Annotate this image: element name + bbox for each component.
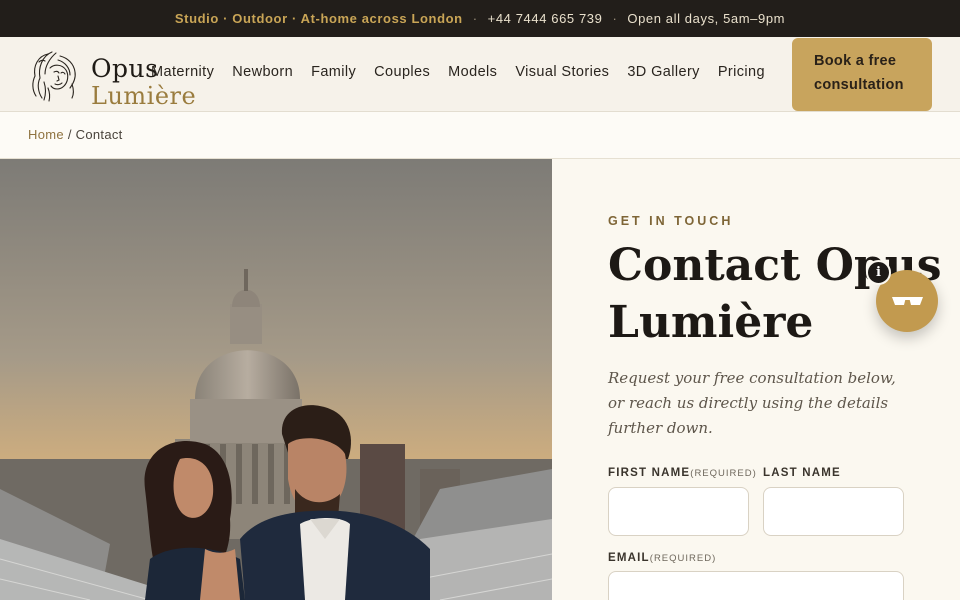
lion-logo-icon — [32, 51, 76, 102]
nav-item-family[interactable]: Family — [311, 64, 356, 80]
services-text: Studio · Outdoor · At-home across London — [174, 11, 463, 26]
hero-photo — [0, 159, 552, 600]
nav-item-pricing[interactable]: Pricing — [718, 64, 765, 80]
eyebrow-text: GET IN TOUCH — [608, 214, 734, 228]
nav-item-maternity[interactable]: Maternity — [151, 64, 214, 80]
info-badge[interactable]: i — [866, 260, 891, 285]
phone-link[interactable]: +44 7444 665 739 — [488, 11, 603, 26]
brand-name-line2: Lumière — [91, 82, 197, 110]
first-name-field[interactable] — [608, 487, 749, 536]
separator: · — [612, 11, 618, 26]
required-marker: (REQUIRED) — [690, 468, 757, 479]
nav-item-newborn[interactable]: Newborn — [232, 64, 293, 80]
opening-hours: Open all days, 5am–9pm — [627, 11, 786, 26]
required-marker: (REQUIRED) — [649, 553, 717, 564]
first-name-label: FIRST NAME(REQUIRED) — [608, 467, 757, 479]
email-label-text: EMAIL — [608, 552, 650, 564]
intro-text: Request your free consultation below, or… — [608, 369, 896, 437]
breadcrumb-separator: / — [67, 127, 72, 142]
email-label: EMAIL(REQUIRED) — [608, 552, 716, 564]
last-name-field[interactable] — [763, 487, 904, 536]
first-name-label-text: FIRST NAME — [608, 467, 691, 479]
nav-item-visual-stories[interactable]: Visual Stories — [515, 64, 609, 80]
breadcrumb-home-link[interactable]: Home — [28, 127, 64, 142]
nav-item-3d-gallery[interactable]: 3D Gallery — [627, 64, 700, 80]
breadcrumb: Home / Contact — [0, 112, 960, 159]
nav-item-couples[interactable]: Couples — [374, 64, 430, 80]
main-nav: Maternity Newborn Family Couples Models … — [151, 64, 765, 80]
last-name-label: LAST NAME — [763, 467, 841, 479]
couple-at-st-pauls-image — [0, 159, 552, 600]
site-header: Opus Lumière Maternity Newborn Family Co… — [0, 37, 960, 112]
announcement-bar: Studio · Outdoor · At-home across London… — [0, 0, 960, 37]
separator: · — [472, 11, 478, 26]
breadcrumb-current: Contact — [75, 127, 123, 142]
contact-panel: GET IN TOUCH Contact Opus Lumière Reques… — [552, 159, 960, 600]
book-consultation-button[interactable]: Book a free consultation — [792, 38, 932, 111]
nav-item-models[interactable]: Models — [448, 64, 497, 80]
brand-name-line1: Opus — [91, 54, 159, 83]
cta-label-line2: consultation — [814, 77, 904, 93]
email-field[interactable] — [608, 571, 904, 600]
cta-label-line1: Book a free — [814, 53, 897, 69]
